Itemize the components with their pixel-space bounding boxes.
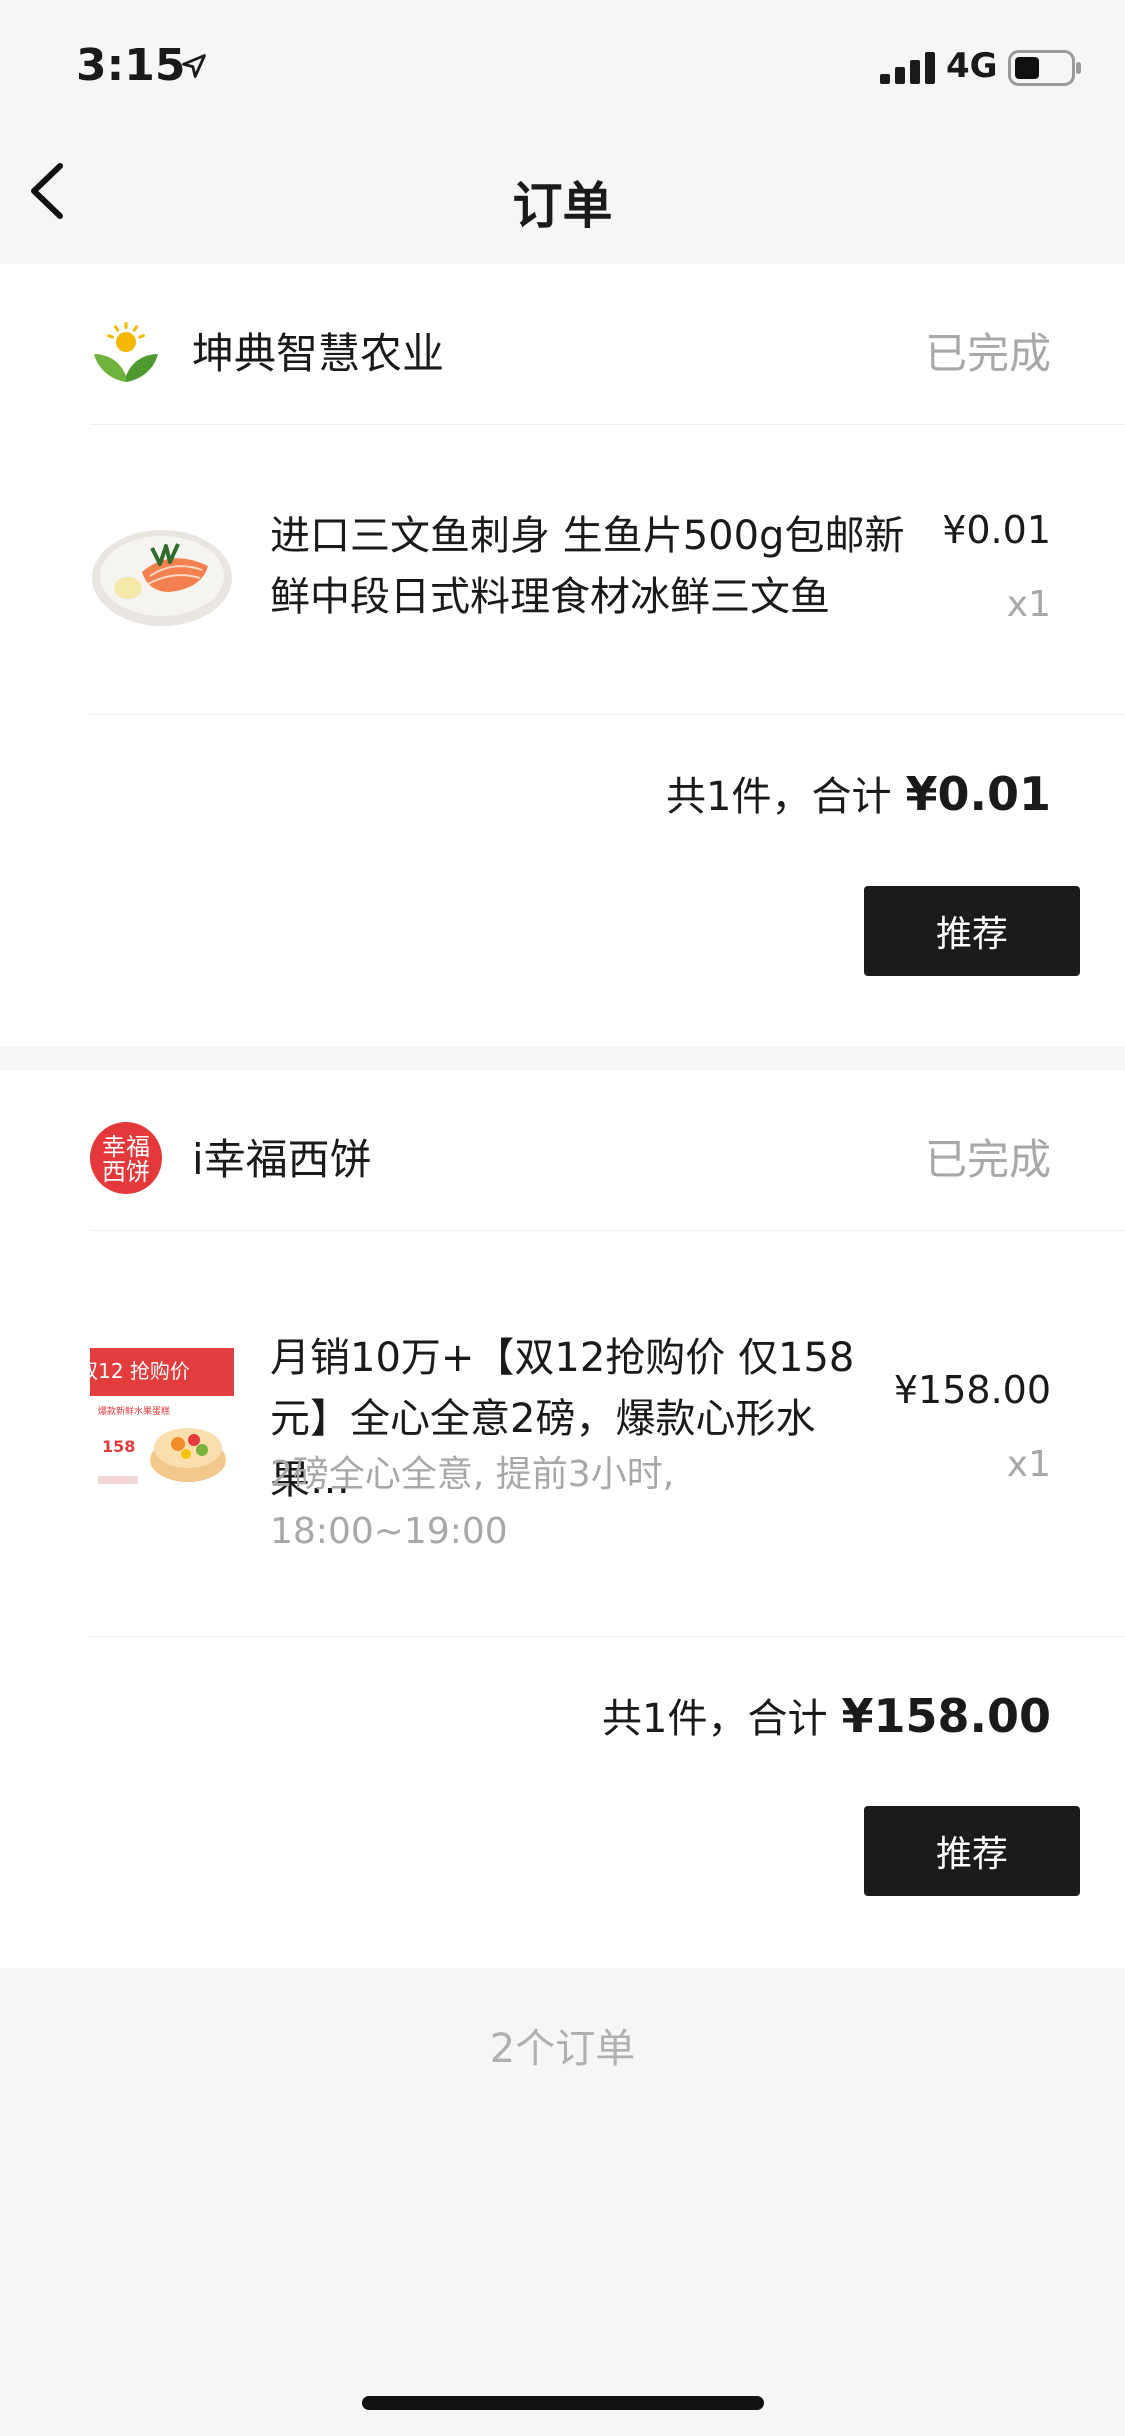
thumbnail-headline: 双12 抢购价: [90, 1359, 190, 1383]
store-logo-icon: [94, 322, 158, 382]
store-logo-icon: 幸福 西饼: [90, 1122, 162, 1194]
order-total: 共1件，合计 ¥158.00: [602, 1686, 1051, 1744]
store-name: i幸福西饼: [192, 1135, 372, 1184]
order-status: 已完成: [924, 329, 1051, 378]
status-time: 3:15: [76, 40, 186, 91]
order-total-amount: ¥158.00: [841, 1689, 1051, 1743]
store-logo-text-bottom: 西饼: [102, 1158, 150, 1186]
network-type: 4G: [946, 46, 998, 86]
nav-bar: 订单: [0, 132, 1125, 264]
product-price: ¥158.00: [893, 1368, 1051, 1412]
order-total-amount: ¥0.01: [905, 767, 1051, 821]
product-title: 进口三文鱼刺身 生鱼片500g包邮新鲜中段日式料理食材冰鲜三文鱼: [270, 513, 905, 620]
store-header[interactable]: 坤典智慧农业 已完成: [90, 264, 1125, 425]
store-logo-text-top: 幸福: [102, 1133, 150, 1161]
battery-icon: [1008, 50, 1081, 86]
order-count: 2个订单: [489, 2026, 636, 2072]
product-row[interactable]: 双12 抢购价 爆款新鲜水果蛋糕 158 月销10万+【双12抢购价 仅158元…: [90, 1230, 1125, 1637]
recommend-button[interactable]: 推荐: [864, 886, 1080, 976]
order-card[interactable]: 幸福 西饼 i幸福西饼 已完成 双12 抢购价 爆款新鲜水果蛋糕 158 月销1…: [0, 1070, 1125, 1968]
home-indicator[interactable]: [362, 2396, 764, 2410]
product-price: ¥0.01: [942, 508, 1051, 552]
location-arrow-icon: [182, 54, 206, 78]
product-thumbnail: 双12 抢购价 爆款新鲜水果蛋糕 158: [90, 1348, 234, 1492]
product-quantity: x1: [1006, 1444, 1051, 1485]
page-title: 订单: [512, 177, 613, 235]
store-header[interactable]: 幸福 西饼 i幸福西饼 已完成: [90, 1070, 1125, 1231]
product-row[interactable]: 进口三文鱼刺身 生鱼片500g包邮新鲜中段日式料理食材冰鲜三文鱼 ¥0.01 x…: [90, 424, 1125, 715]
status-bar: 3:15 4G: [0, 0, 1125, 132]
recommend-button[interactable]: 推荐: [864, 1806, 1080, 1896]
order-card[interactable]: 坤典智慧农业 已完成 进口三文鱼刺身 生鱼片500g包邮新鲜中段日式料理食材冰鲜…: [0, 264, 1125, 1046]
product-spec: 2磅全心全意, 提前3小时, 18:00~19:00: [270, 1454, 675, 1552]
thumbnail-price: 158: [102, 1437, 135, 1456]
signal-bars-icon: [880, 52, 935, 84]
thumbnail-caption: 爆款新鲜水果蛋糕: [98, 1405, 170, 1417]
order-total-label: 共1件，合计: [666, 774, 892, 820]
product-quantity: x1: [1006, 584, 1051, 625]
product-thumbnail: [90, 496, 234, 640]
store-name: 坤典智慧农业: [192, 329, 445, 378]
order-total-label: 共1件，合计: [602, 1696, 828, 1742]
order-total: 共1件，合计 ¥0.01: [666, 764, 1051, 822]
order-status: 已完成: [924, 1135, 1051, 1184]
